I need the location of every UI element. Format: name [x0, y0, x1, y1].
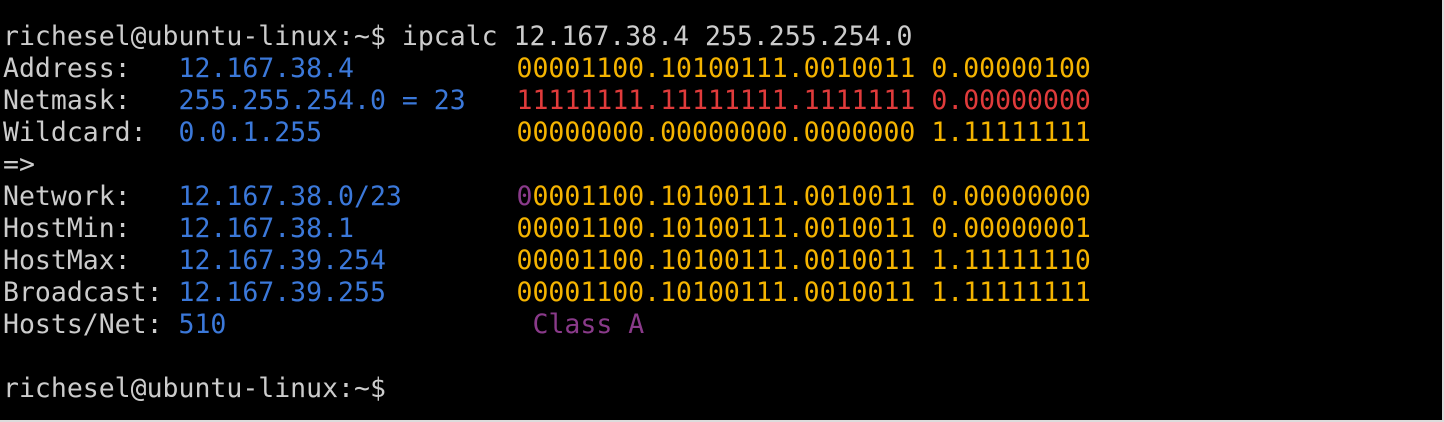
netmask-value: 255.255.254.0 = 23 — [178, 85, 466, 116]
wildcard-label: Wildcard: — [3, 117, 179, 148]
broadcast-label: Broadcast: — [3, 277, 179, 308]
broadcast-value: 12.167.39.255 — [178, 277, 386, 308]
hostmax-value: 12.167.39.254 — [178, 245, 386, 276]
wildcard-value: 0.0.1.255 — [178, 117, 323, 148]
hostmin-label: HostMin: — [3, 213, 179, 244]
network-row: Network: 12.167.38.0/23 00001100.10100111… — [3, 181, 1091, 213]
hosts-value: 510 — [178, 309, 227, 340]
netmask-label: Netmask: — [3, 85, 179, 116]
shell-prompt: richesel@ubuntu-linux:~$ — [3, 21, 386, 52]
broadcast-row: Broadcast: 12.167.39.255 00001100.1010011… — [3, 277, 1091, 309]
netmask-binary-host: 0.00000000 — [915, 85, 1091, 116]
network-label: Network: — [3, 181, 179, 212]
network-class-bit: 0 — [516, 181, 533, 212]
command-line: richesel@ubuntu-linux:~$ ipcalc 12.167.3… — [3, 21, 912, 53]
address-row: Address: 12.167.38.4 00001100.10100111.00… — [3, 53, 1091, 85]
wildcard-binary: 00000000.00000000.0000000 1.11111111 — [516, 117, 1091, 148]
address-binary: 00001100.10100111.0010011 0.00000100 — [516, 53, 1091, 84]
network-value: 12.167.38.0/23 — [178, 181, 402, 212]
address-label: Address: — [3, 53, 179, 84]
network-class: Class A — [532, 309, 645, 340]
hostmax-label: HostMax: — [3, 245, 179, 276]
hostmin-binary: 00001100.10100111.0010011 0.00000001 — [516, 213, 1091, 244]
address-value: 12.167.38.4 — [178, 53, 355, 84]
hostmin-value: 12.167.38.1 — [178, 213, 355, 244]
netmask-binary-network: 11111111.11111111.1111111 — [516, 85, 916, 116]
network-binary: 0001100.10100111.0010011 0.00000000 — [532, 181, 1091, 212]
hostmax-row: HostMax: 12.167.39.254 00001100.10100111.… — [3, 245, 1091, 277]
final-prompt-line[interactable]: richesel@ubuntu-linux:~$ — [3, 373, 386, 405]
result-arrow: => — [3, 149, 35, 181]
netmask-row: Netmask: 255.255.254.0 = 23 11111111.1111… — [3, 85, 1091, 117]
hostmin-row: HostMin: 12.167.38.1 00001100.10100111.00… — [3, 213, 1091, 245]
final-shell-prompt: richesel@ubuntu-linux:~$ — [3, 373, 386, 404]
wildcard-row: Wildcard: 0.0.1.255 00000000.00000000.000… — [3, 117, 1091, 149]
broadcast-binary: 00001100.10100111.0010011 1.11111111 — [516, 277, 1091, 308]
hosts-label: Hosts/Net: — [3, 309, 179, 340]
hosts-row: Hosts/Net: 510 Class A — [3, 309, 644, 341]
arrow-text: => — [3, 149, 35, 180]
terminal-window[interactable]: richesel@ubuntu-linux:~$ ipcalc 12.167.3… — [0, 0, 1444, 422]
command-text: ipcalc 12.167.38.4 255.255.254.0 — [385, 21, 913, 52]
hostmax-binary: 00001100.10100111.0010011 1.11111110 — [516, 245, 1091, 276]
